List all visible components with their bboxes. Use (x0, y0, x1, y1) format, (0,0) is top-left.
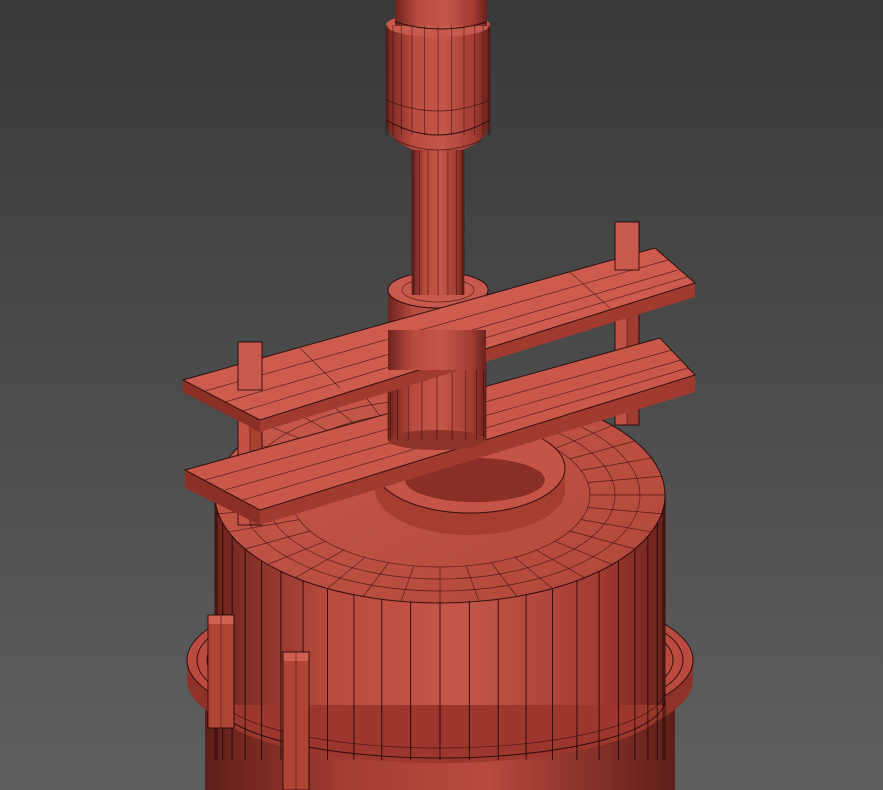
3d-viewport[interactable] (0, 0, 883, 790)
wireframe-model-render (0, 0, 883, 790)
shaft-front-segment (388, 330, 486, 370)
